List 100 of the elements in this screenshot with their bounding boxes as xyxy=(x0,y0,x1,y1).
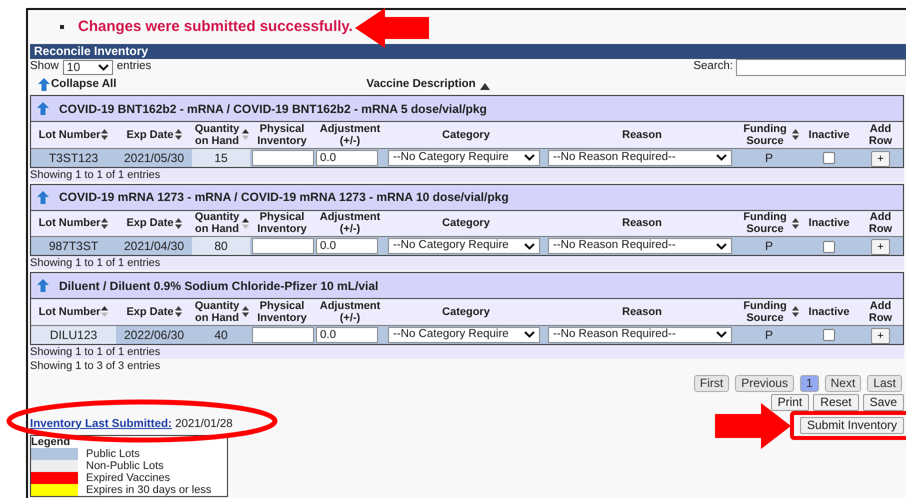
quantity: 80 xyxy=(214,239,228,253)
sort-icon xyxy=(174,129,182,140)
legend-label: Expires in 30 days or less xyxy=(86,484,212,498)
up-arrow-icon[interactable] xyxy=(37,279,49,292)
column-header: Category xyxy=(442,128,490,141)
physical-inventory-field[interactable] xyxy=(252,238,314,254)
column-header: Add Row xyxy=(868,122,894,147)
funding-source: P xyxy=(764,239,773,253)
caret-icon xyxy=(716,242,727,250)
column-header: Physical Inventory xyxy=(256,122,308,147)
column-header: Reason xyxy=(622,306,662,318)
exp-date: 2021/04/30 xyxy=(124,239,184,253)
column-header: Category xyxy=(442,306,490,318)
physical-inventory-field[interactable] xyxy=(252,150,314,166)
group-title: Diluent / Diluent 0.9% Sodium Chloride-Pfizer 10 mL/vial xyxy=(59,278,378,294)
collapse-all-link[interactable]: Collapse All xyxy=(51,76,116,93)
up-arrow-icon[interactable] xyxy=(37,102,49,115)
column-header: Adjustment (+/-) xyxy=(319,300,381,324)
legend-label: Public Lots xyxy=(86,446,140,461)
column-header: Reason xyxy=(622,128,662,141)
caret-icon xyxy=(716,331,727,338)
page-button[interactable]: First xyxy=(694,374,730,392)
column-header: Inactive xyxy=(808,306,850,318)
funding-source: P xyxy=(764,328,773,342)
bullet-icon xyxy=(60,25,64,30)
column-header: Add Row xyxy=(868,300,894,324)
reason-select[interactable]: --No Reason Required-- xyxy=(548,326,732,342)
column-header: Category xyxy=(442,217,490,230)
entries-info: Showing 1 to 1 of 1 entries xyxy=(30,256,904,270)
group-title: COVID-19 mRNA 1273 - mRNA / COVID-19 mRNA 1273 - mRNA 10 dose/vial/pkg xyxy=(59,189,509,206)
entries-info: Showing 1 to 1 of 1 entries xyxy=(30,168,904,182)
physical-inventory-field[interactable] xyxy=(252,326,314,342)
up-arrow-icon xyxy=(38,78,50,91)
quantity: 15 xyxy=(214,150,228,164)
sort-asc-icon xyxy=(101,306,108,318)
page-size-select[interactable]: 10 xyxy=(62,60,113,74)
caret-icon xyxy=(98,64,109,70)
funding-source: P xyxy=(764,150,773,164)
submit-inventory-button[interactable]: Submit Inventory xyxy=(800,416,904,434)
search-field[interactable] xyxy=(736,58,906,76)
action-button[interactable]: Save xyxy=(862,394,904,410)
column-header: Reason xyxy=(622,217,662,230)
caret-icon xyxy=(524,154,535,161)
column-header: Inactive xyxy=(808,128,850,141)
category-select[interactable]: --No Category Require xyxy=(388,238,540,254)
add-row-button[interactable]: + xyxy=(871,150,890,166)
page-button[interactable]: Previous xyxy=(735,374,794,392)
caret-icon xyxy=(716,154,727,161)
lot-number: T3ST123 xyxy=(48,150,98,164)
column-header: Add Row xyxy=(868,211,894,236)
adjustment-field[interactable]: 0.0 xyxy=(316,238,378,254)
sort-icon xyxy=(101,129,108,140)
category-select[interactable]: --No Category Require xyxy=(388,150,540,166)
page-button[interactable]: 1 xyxy=(800,374,819,392)
action-button[interactable]: Print xyxy=(770,394,810,410)
column-heading[interactable]: Vaccine Description xyxy=(366,76,476,93)
column-header[interactable]: Quantity on Hand xyxy=(193,122,249,147)
column-header[interactable]: Funding Source xyxy=(739,211,799,236)
sort-asc-icon xyxy=(242,218,249,229)
reason-select[interactable]: --No Reason Required-- xyxy=(548,150,732,166)
action-button[interactable]: Reset xyxy=(813,394,859,410)
page-button[interactable]: Last xyxy=(867,374,902,392)
sort-icon xyxy=(174,306,182,318)
caret-icon xyxy=(524,242,535,250)
add-row-button[interactable]: + xyxy=(871,239,890,255)
sort-icon xyxy=(174,218,182,229)
column-header: Adjustment (+/-) xyxy=(319,122,381,147)
up-arrow-icon[interactable] xyxy=(37,190,49,204)
sort-icon xyxy=(101,218,108,229)
last-submitted-date: 2021/01/28 xyxy=(175,418,233,430)
entries-label: entries xyxy=(116,59,152,74)
column-header[interactable]: Quantity on Hand xyxy=(193,211,249,236)
exp-date: 2022/06/30 xyxy=(124,328,184,342)
legend-label: Expired Vaccines xyxy=(86,470,170,485)
column-header[interactable]: Quantity on Hand xyxy=(193,300,249,324)
page-button[interactable]: Next xyxy=(824,374,862,392)
caret-icon xyxy=(524,331,535,338)
success-message: Changes were submitted successfully. xyxy=(78,18,353,35)
sort-asc-icon xyxy=(242,129,249,140)
entries-info: Showing 1 to 1 of 1 entries xyxy=(30,344,904,358)
adjustment-field[interactable]: 0.0 xyxy=(316,326,378,342)
search-label: Search: xyxy=(693,59,733,74)
last-submitted-link[interactable]: Inventory Last Submitted: xyxy=(30,418,172,430)
exp-date: 2021/05/30 xyxy=(124,150,184,164)
column-header: Inactive xyxy=(808,217,850,230)
adjustment-field[interactable]: 0.0 xyxy=(316,150,378,166)
legend-title: Legend xyxy=(31,436,72,448)
column-header[interactable]: Funding Source xyxy=(739,122,799,147)
show-label: Show xyxy=(30,59,59,74)
add-row-button[interactable]: + xyxy=(871,328,890,344)
sort-asc-icon xyxy=(480,83,490,90)
panel-title: Reconcile Inventory xyxy=(30,44,906,59)
category-select[interactable]: --No Category Require xyxy=(388,326,540,342)
column-header: Adjustment (+/-) xyxy=(319,211,381,236)
column-header: Physical Inventory xyxy=(256,300,308,324)
column-header[interactable]: Funding Source xyxy=(739,300,799,324)
lot-number: DILU123 xyxy=(50,328,98,342)
reason-select[interactable]: --No Reason Required-- xyxy=(548,238,732,254)
legend-label: Non-Public Lots xyxy=(86,458,164,473)
column-header: Physical Inventory xyxy=(256,211,308,236)
